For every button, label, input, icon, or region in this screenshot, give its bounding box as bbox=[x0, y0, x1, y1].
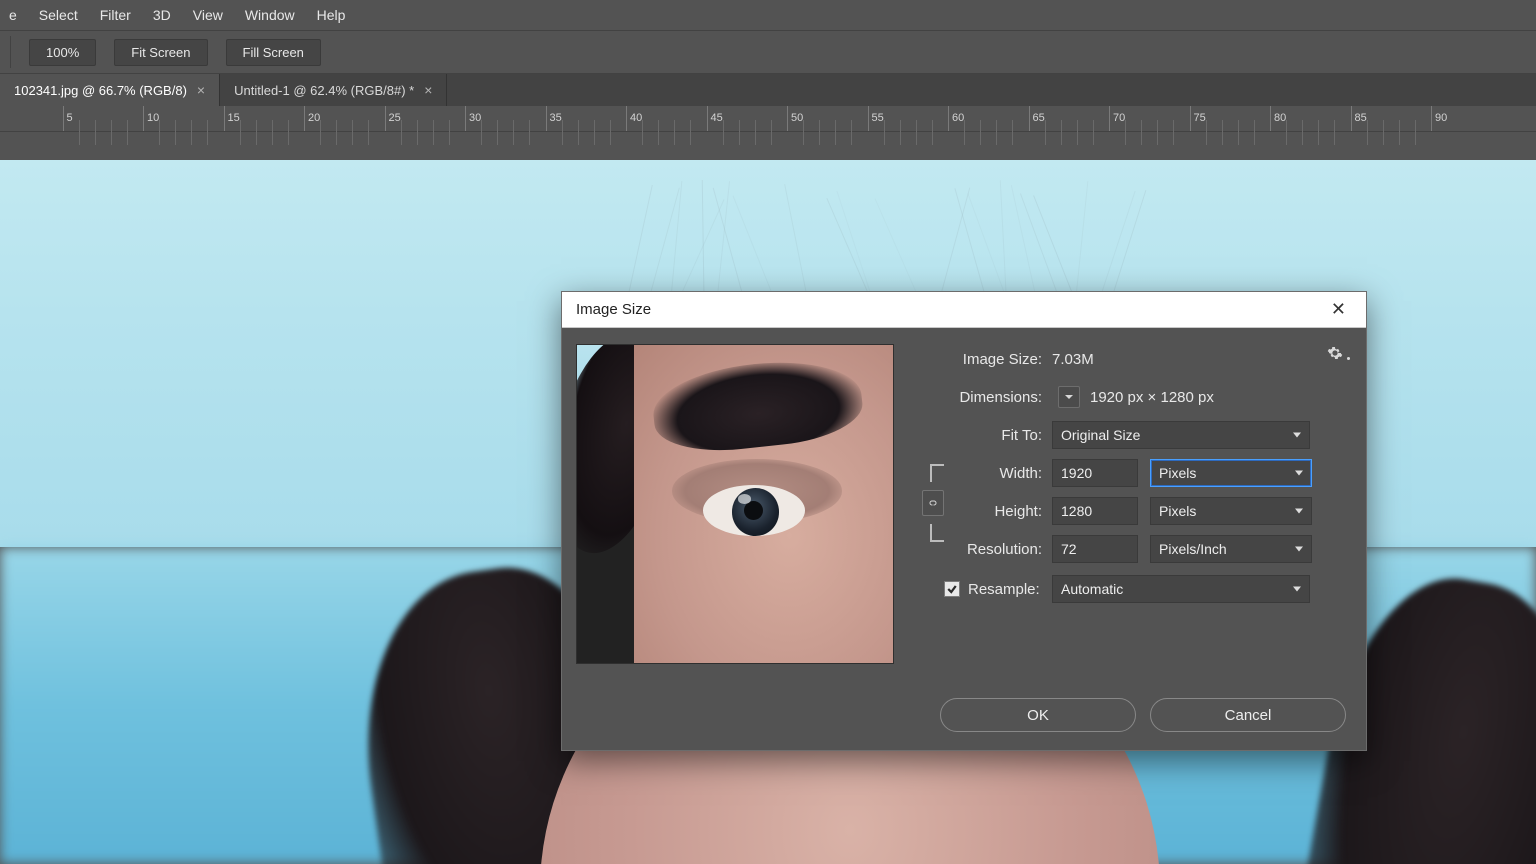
ruler-number: 15 bbox=[228, 112, 240, 124]
height-label: Height: bbox=[952, 503, 1052, 520]
zoom-100-button[interactable]: 100% bbox=[29, 39, 96, 66]
ruler-number: 20 bbox=[308, 112, 320, 124]
menu-item[interactable]: Window bbox=[236, 2, 304, 28]
ruler-number: 5 bbox=[67, 112, 73, 124]
cancel-button[interactable]: Cancel bbox=[1150, 698, 1346, 732]
menu-item[interactable]: Filter bbox=[91, 2, 140, 28]
ruler-number: 70 bbox=[1113, 112, 1125, 124]
width-units-select[interactable]: Pixels bbox=[1150, 459, 1312, 487]
dimensions-label: Dimensions: bbox=[922, 389, 1052, 406]
fill-screen-button[interactable]: Fill Screen bbox=[226, 39, 321, 66]
resolution-input[interactable] bbox=[1052, 535, 1138, 563]
ruler-number: 85 bbox=[1355, 112, 1367, 124]
dimensions-value: 1920 px × 1280 px bbox=[1090, 389, 1214, 406]
fit-screen-button[interactable]: Fit Screen bbox=[114, 39, 207, 66]
gear-icon[interactable] bbox=[1324, 342, 1346, 364]
tab-label: Untitled-1 @ 62.4% (RGB/8#) * bbox=[234, 83, 414, 98]
ruler-number: 10 bbox=[147, 112, 159, 124]
ruler-number: 80 bbox=[1274, 112, 1286, 124]
image-size-dialog: Image Size ✕ Image Size: 7.03M bbox=[561, 291, 1367, 751]
options-bar: 100% Fit Screen Fill Screen bbox=[0, 30, 1536, 74]
close-button[interactable]: ✕ bbox=[1325, 295, 1352, 324]
close-icon[interactable]: × bbox=[424, 82, 432, 98]
ruler-number: 40 bbox=[630, 112, 642, 124]
ruler-number: 35 bbox=[550, 112, 562, 124]
document-tab[interactable]: 102341.jpg @ 66.7% (RGB/8) × bbox=[0, 74, 220, 106]
dialog-titlebar[interactable]: Image Size ✕ bbox=[562, 292, 1366, 328]
resolution-units-select[interactable]: Pixels/Inch bbox=[1150, 535, 1312, 563]
ok-button[interactable]: OK bbox=[940, 698, 1136, 732]
resolution-label: Resolution: bbox=[952, 541, 1052, 558]
dialog-title: Image Size bbox=[576, 301, 651, 318]
height-input[interactable] bbox=[1052, 497, 1138, 525]
ruler-number: 60 bbox=[952, 112, 964, 124]
fit-to-label: Fit To: bbox=[922, 427, 1052, 444]
width-label: Width: bbox=[952, 465, 1052, 482]
dimensions-dropdown-icon[interactable] bbox=[1058, 386, 1080, 408]
link-icon[interactable] bbox=[922, 490, 944, 516]
menu-item[interactable]: View bbox=[184, 2, 232, 28]
separator bbox=[10, 36, 11, 68]
menu-item[interactable]: e bbox=[0, 2, 26, 28]
constrain-proportions bbox=[922, 462, 958, 544]
ruler-number: 55 bbox=[872, 112, 884, 124]
image-size-value: 7.03M bbox=[1052, 351, 1094, 368]
ruler-number: 30 bbox=[469, 112, 481, 124]
close-icon[interactable]: × bbox=[197, 82, 205, 98]
resample-label: Resample: bbox=[968, 581, 1052, 598]
height-units-select[interactable]: Pixels bbox=[1150, 497, 1312, 525]
menu-bar: e Select Filter 3D View Window Help bbox=[0, 0, 1536, 30]
ruler-number: 75 bbox=[1194, 112, 1206, 124]
image-preview[interactable] bbox=[576, 344, 894, 664]
ruler-number: 25 bbox=[389, 112, 401, 124]
ruler-number: 50 bbox=[791, 112, 803, 124]
horizontal-ruler[interactable]: 5 10 15 20 25 30 35 40 45 50 55 60 65 70 75 80 85 90 bbox=[0, 106, 1536, 132]
menu-item[interactable]: Help bbox=[308, 2, 355, 28]
menu-item[interactable]: Select bbox=[30, 2, 87, 28]
ruler-number: 90 bbox=[1435, 112, 1447, 124]
ruler-number: 45 bbox=[711, 112, 723, 124]
image-size-label: Image Size: bbox=[922, 351, 1052, 368]
document-tab-bar: 102341.jpg @ 66.7% (RGB/8) × Untitled-1 … bbox=[0, 74, 1536, 106]
menu-item[interactable]: 3D bbox=[144, 2, 180, 28]
ruler-number: 65 bbox=[1033, 112, 1045, 124]
fit-to-select[interactable]: Original Size bbox=[1052, 421, 1310, 449]
resample-select[interactable]: Automatic bbox=[1052, 575, 1310, 603]
width-input[interactable] bbox=[1052, 459, 1138, 487]
tab-label: 102341.jpg @ 66.7% (RGB/8) bbox=[14, 83, 187, 98]
document-tab[interactable]: Untitled-1 @ 62.4% (RGB/8#) * × bbox=[220, 74, 447, 106]
resample-checkbox[interactable] bbox=[944, 581, 960, 597]
